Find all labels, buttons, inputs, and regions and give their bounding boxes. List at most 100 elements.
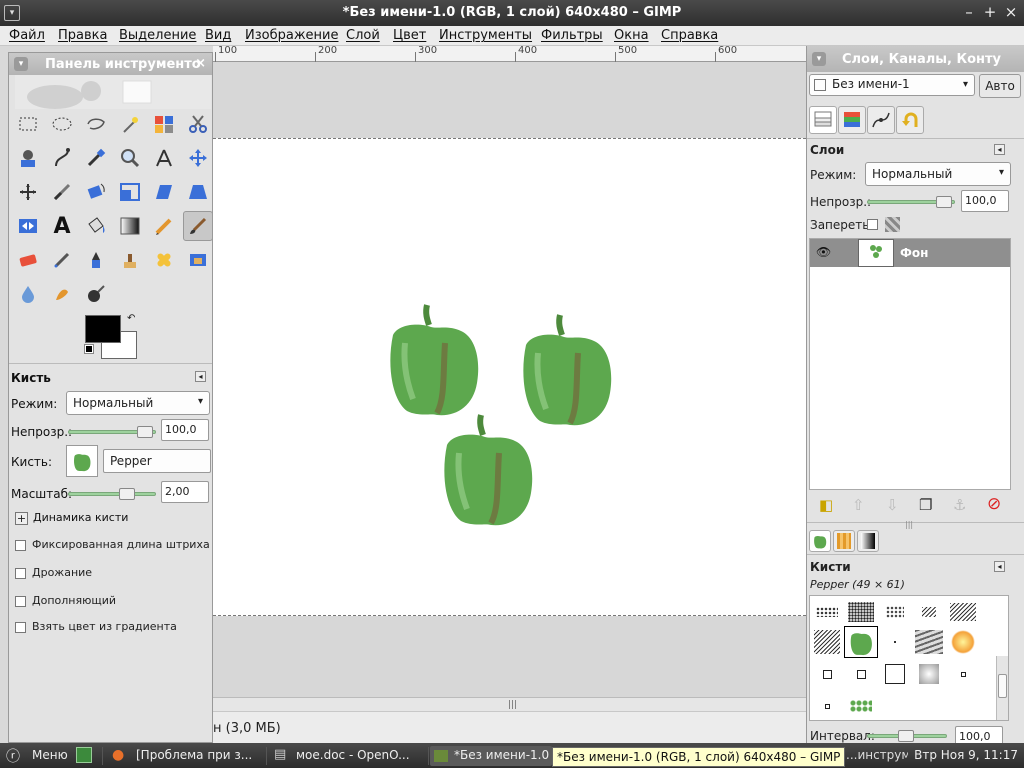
taskbar-item-gimp[interactable]: *Без имени-1.0 [430,746,552,766]
layers-list[interactable]: 👁 Фон [809,238,1011,490]
text-tool-icon[interactable]: A [47,211,77,241]
default-colors-icon[interactable] [84,344,94,354]
taskbar-menu-button[interactable]: Меню [28,746,72,766]
dodge-burn-tool-icon[interactable] [81,279,111,309]
brush-item[interactable] [810,626,844,658]
toolbox-close-button[interactable]: × [195,56,206,71]
desktop-icon[interactable] [76,747,92,763]
rotate-tool-icon[interactable] [81,177,111,207]
menu-help[interactable]: Справка [661,28,718,43]
eye-icon[interactable]: 👁 [816,245,831,259]
image-workspace[interactable] [213,62,806,697]
paths-tool-icon[interactable] [47,143,77,173]
horizontal-scrollbar[interactable]: ||| [213,697,806,711]
menu-select[interactable]: Выделение [119,28,196,43]
blend-tool-icon[interactable] [115,211,145,241]
brush-item[interactable] [810,690,844,722]
brush-item[interactable] [844,596,878,628]
horizontal-ruler[interactable]: 100 200 300 400 500 600 [213,45,806,62]
brush-item[interactable] [878,596,912,628]
configure-tab-icon[interactable]: ◂ [195,371,206,382]
color-picker-tool-icon[interactable] [81,143,111,173]
menu-layer[interactable]: Слой [346,28,380,43]
panel-menu-icon[interactable]: ▾ [812,52,826,66]
patterns-tab-icon[interactable] [833,530,855,552]
brush-name-field[interactable]: Pepper [103,449,211,473]
menu-filters[interactable]: Фильтры [541,28,603,43]
menu-image[interactable]: Изображение [245,28,338,43]
fg-bg-colors[interactable]: ↶ [83,313,139,359]
gradients-tab-icon[interactable] [857,530,879,552]
panel-menu-icon[interactable]: ▾ [14,57,28,71]
gradient-color-checkbox[interactable] [15,622,26,633]
paintbrush-tool-icon[interactable] [183,211,213,241]
brush-item[interactable] [946,658,980,690]
scale-slider[interactable] [68,488,156,500]
brushes-scrollbar[interactable] [996,656,1008,720]
paths-tab-icon[interactable] [867,106,895,134]
brush-item[interactable] [912,626,946,658]
fixed-stroke-checkbox[interactable] [15,540,26,551]
mode-select[interactable]: Нормальный ▾ [66,391,210,415]
lower-layer-icon[interactable]: ⇩ [886,496,899,514]
foreground-color-swatch[interactable] [85,315,121,343]
layer-opacity-slider[interactable] [867,196,955,208]
scissors-tool-icon[interactable] [183,109,213,139]
channels-tab-icon[interactable] [838,106,866,134]
layer-opacity-spin[interactable]: 100,0 [961,190,1009,212]
spacing-slider[interactable] [867,730,947,742]
fuzzy-select-tool-icon[interactable] [115,109,145,139]
layers-tab-icon[interactable] [809,106,837,134]
menu-windows[interactable]: Окна [614,28,649,43]
duplicate-layer-icon[interactable]: ❐ [919,496,932,514]
toolbox-header[interactable]: ▾ Панель инструменто × [9,53,212,75]
layer-mode-select[interactable]: Нормальный ▾ [865,162,1011,186]
ink-tool-icon[interactable] [81,245,111,275]
opacity-spin[interactable]: 100,0 [161,419,209,441]
brush-item[interactable] [810,596,844,628]
taskbar-item-toolbox[interactable]: ...инструм... [842,746,908,766]
perspective-clone-tool-icon[interactable] [183,245,213,275]
free-select-tool-icon[interactable] [81,109,111,139]
image-canvas[interactable] [213,138,806,616]
flip-tool-icon[interactable] [13,211,43,241]
brush-preview-button[interactable] [66,445,98,477]
start-menu-icon[interactable]: ⓡ [6,746,20,766]
smudge-tool-icon[interactable] [47,279,77,309]
delete-layer-icon[interactable]: ⊘ [987,494,1001,514]
lock-alpha-icon[interactable] [885,217,900,232]
close-button[interactable]: × [1002,3,1020,21]
brush-item[interactable] [946,596,980,628]
undo-history-tab-icon[interactable] [896,106,924,134]
heal-tool-icon[interactable] [149,245,179,275]
raise-layer-icon[interactable]: ⇧ [852,496,865,514]
brush-item[interactable] [946,626,980,658]
brush-item[interactable] [912,596,946,628]
foreground-select-tool-icon[interactable] [13,143,43,173]
brush-item[interactable] [844,658,878,690]
brushes-grid[interactable] [809,595,1009,721]
expand-icon[interactable]: + [15,512,28,525]
image-select[interactable]: Без имени-1 ▾ [809,74,975,96]
dock-header[interactable]: ▾ Слои, Каналы, Конту [807,46,1024,72]
configure-tab-icon[interactable]: ◂ [994,144,1005,155]
menu-tools[interactable]: Инструменты [439,28,532,43]
move-tool-icon[interactable] [183,143,213,173]
align-tool-icon[interactable] [13,177,43,207]
new-layer-icon[interactable]: ◧ [819,496,833,514]
menu-file[interactable]: Файл [9,28,45,43]
scale-tool-icon[interactable] [115,177,145,207]
eraser-tool-icon[interactable] [13,245,43,275]
pencil-tool-icon[interactable] [149,211,179,241]
brush-item[interactable] [878,626,912,658]
brush-item[interactable] [878,658,912,690]
layer-row[interactable]: 👁 Фон [810,239,1010,267]
lock-pixels-checkbox[interactable] [867,219,878,230]
minimize-button[interactable]: – [960,3,978,21]
select-by-color-tool-icon[interactable] [149,109,179,139]
maximize-button[interactable]: + [981,3,999,21]
airbrush-tool-icon[interactable] [47,245,77,275]
brush-item[interactable] [810,658,844,690]
blur-tool-icon[interactable] [13,279,43,309]
brush-item-selected[interactable] [844,626,878,658]
